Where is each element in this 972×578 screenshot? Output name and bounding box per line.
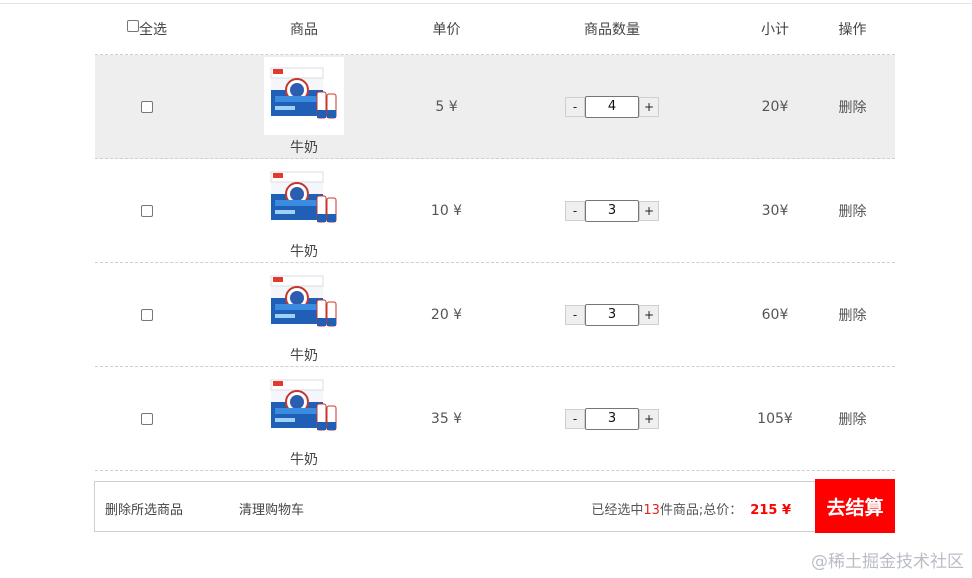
increment-button[interactable]: + bbox=[639, 96, 659, 117]
unit-price: 5 ¥ bbox=[435, 98, 458, 115]
unit-price: 10 ¥ bbox=[430, 202, 463, 219]
header-select-all: 全选 bbox=[95, 19, 199, 39]
table-row: 牛奶 10 ¥ - 3 + 30¥ 删除 bbox=[95, 159, 895, 263]
subtotal: 20¥ bbox=[761, 98, 789, 115]
decrement-button[interactable]: - bbox=[565, 304, 585, 325]
decrement-button[interactable]: - bbox=[565, 408, 585, 429]
quantity-input[interactable]: 3 bbox=[585, 303, 639, 326]
cart-footer: 删除所选商品 清理购物车 已经选中13件商品;总价： 215 ¥ 去结算 bbox=[94, 479, 895, 533]
product-image bbox=[264, 160, 344, 239]
watermark: @稀土掘金技术社区 bbox=[811, 552, 964, 572]
selected-suffix: 件商品;总价： bbox=[659, 503, 743, 518]
quantity-input[interactable]: 4 bbox=[585, 95, 639, 118]
table-row: 牛奶 20 ¥ - 3 + 60¥ 删除 bbox=[95, 263, 895, 367]
cart-table: 全选 商品 单价 商品数量 小计 操作 牛奶 5 ¥ - 4 + 20¥ 删除 bbox=[95, 4, 895, 471]
milk-box-illustration bbox=[270, 379, 337, 434]
increment-button[interactable]: + bbox=[639, 200, 659, 221]
clear-cart-link[interactable]: 清理购物车 bbox=[239, 499, 304, 518]
checkout-button[interactable]: 去结算 bbox=[815, 479, 895, 533]
product-name: 牛奶 bbox=[290, 347, 318, 364]
delete-selected-link[interactable]: 删除所选商品 bbox=[105, 499, 183, 518]
unit-price: 35 ¥ bbox=[430, 410, 463, 427]
header-operation: 操作 bbox=[838, 22, 867, 38]
delete-link[interactable]: 删除 bbox=[810, 201, 895, 221]
quantity-stepper: - 3 + bbox=[484, 199, 740, 222]
select-all-checkbox[interactable] bbox=[127, 20, 139, 32]
selected-count: 13 bbox=[643, 503, 660, 518]
table-header: 全选 商品 单价 商品数量 小计 操作 bbox=[95, 4, 895, 55]
quantity-stepper: - 3 + bbox=[484, 407, 740, 430]
unit-price: 20 ¥ bbox=[430, 306, 463, 323]
product-name: 牛奶 bbox=[290, 451, 318, 468]
row-checkbox[interactable] bbox=[141, 204, 153, 217]
cart-summary: 已经选中13件商品;总价： 215 ¥ bbox=[591, 499, 791, 518]
subtotal: 105¥ bbox=[757, 410, 793, 427]
quantity-stepper: - 3 + bbox=[484, 303, 740, 326]
quantity-stepper: - 4 + bbox=[484, 95, 740, 118]
product-image bbox=[264, 264, 344, 343]
subtotal: 30¥ bbox=[761, 202, 789, 219]
header-product: 商品 bbox=[290, 22, 318, 38]
total-price: 215 ¥ bbox=[750, 503, 791, 518]
decrement-button[interactable]: - bbox=[565, 96, 585, 117]
delete-link[interactable]: 删除 bbox=[810, 409, 895, 429]
increment-button[interactable]: + bbox=[639, 304, 659, 325]
delete-link[interactable]: 删除 bbox=[810, 97, 895, 117]
product-name: 牛奶 bbox=[290, 139, 318, 156]
table-row: 牛奶 5 ¥ - 4 + 20¥ 删除 bbox=[95, 55, 895, 159]
quantity-input[interactable]: 3 bbox=[585, 407, 639, 430]
selected-prefix: 已经选中 bbox=[591, 503, 644, 518]
increment-button[interactable]: + bbox=[639, 408, 659, 429]
milk-box-illustration bbox=[270, 67, 337, 122]
header-quantity: 商品数量 bbox=[584, 22, 640, 38]
product-name: 牛奶 bbox=[290, 243, 318, 260]
header-subtotal: 小计 bbox=[761, 22, 789, 38]
quantity-input[interactable]: 3 bbox=[585, 199, 639, 222]
header-unit-price: 单价 bbox=[432, 22, 461, 38]
select-all-label[interactable]: 全选 bbox=[139, 19, 167, 39]
row-checkbox[interactable] bbox=[141, 100, 153, 113]
product-image bbox=[264, 368, 344, 447]
subtotal: 60¥ bbox=[761, 306, 789, 323]
decrement-button[interactable]: - bbox=[565, 200, 585, 221]
product-image bbox=[264, 56, 344, 135]
row-checkbox[interactable] bbox=[141, 412, 153, 425]
table-row: 牛奶 35 ¥ - 3 + 105¥ 删除 bbox=[95, 367, 895, 471]
milk-box-illustration bbox=[270, 275, 337, 330]
row-checkbox[interactable] bbox=[141, 308, 153, 321]
milk-box-illustration bbox=[270, 171, 337, 226]
delete-link[interactable]: 删除 bbox=[810, 305, 895, 325]
